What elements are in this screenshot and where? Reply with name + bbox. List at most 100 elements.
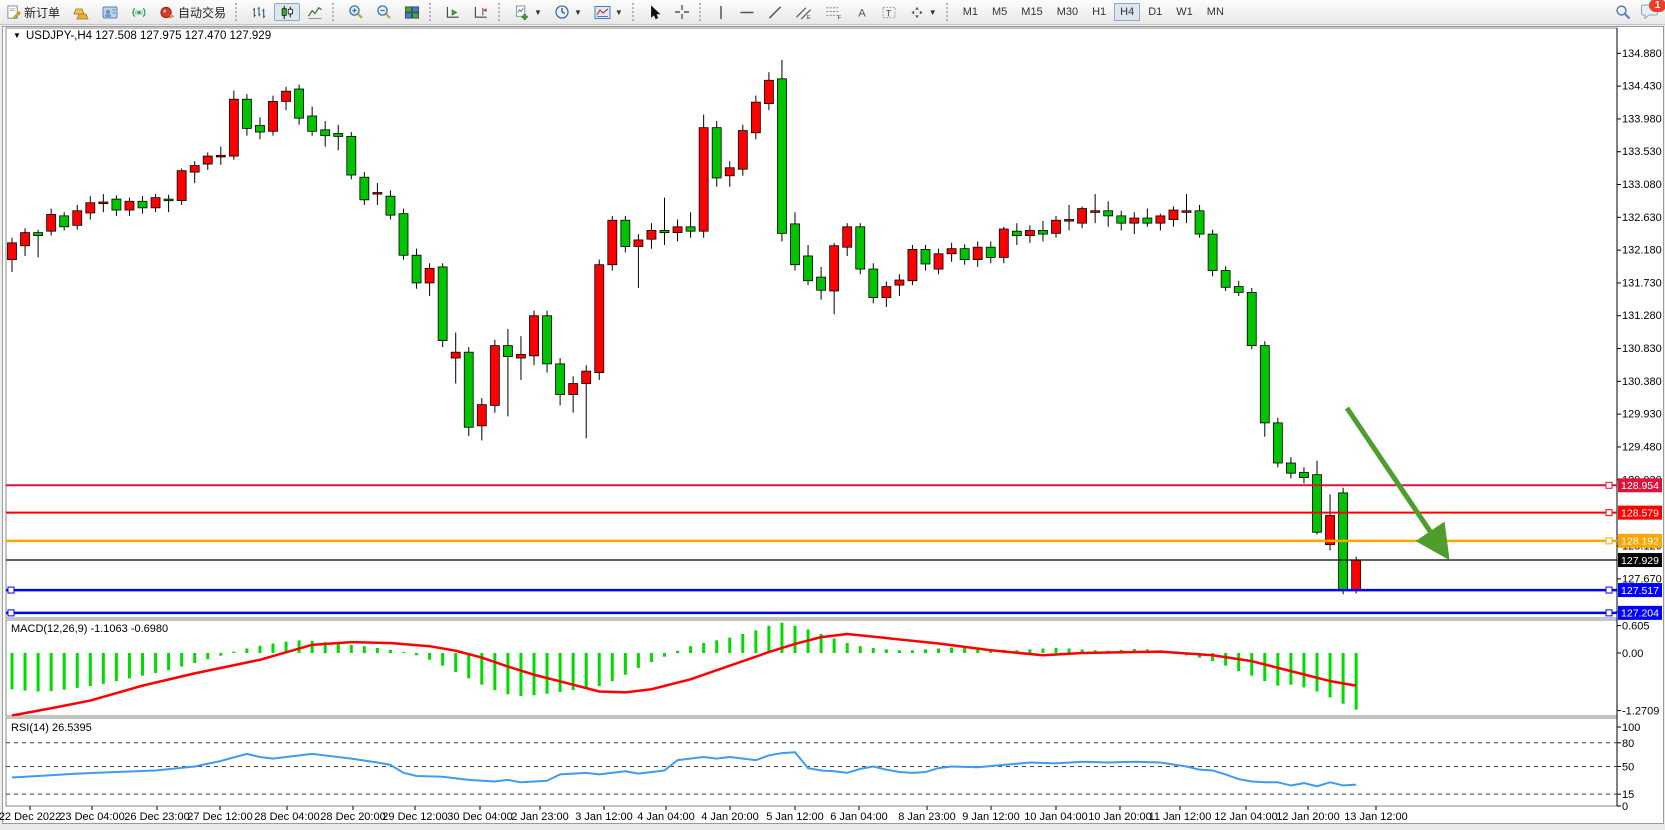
- toolbar-grip: [632, 3, 639, 21]
- zoom-in-button[interactable]: [343, 3, 369, 21]
- time-tick-label: 23 Dec 04:00: [59, 811, 124, 823]
- tab-timeframe-MN[interactable]: MN: [1201, 3, 1230, 21]
- chevron-down-icon[interactable]: ▼: [534, 8, 542, 17]
- tab-timeframe-M5[interactable]: M5: [986, 3, 1013, 21]
- bar-chart-button[interactable]: [246, 3, 272, 21]
- candle-up: [882, 287, 891, 298]
- candle-down: [464, 352, 473, 427]
- candle-up: [934, 254, 943, 269]
- zoom-in-icon: [348, 4, 364, 20]
- auto-trading-button[interactable]: 自动交易: [154, 3, 231, 21]
- vertical-line-button[interactable]: [710, 3, 732, 21]
- candle-up: [229, 99, 238, 156]
- candle-down: [1195, 211, 1204, 234]
- periods-icon: [554, 4, 570, 20]
- cursor-button[interactable]: [643, 3, 667, 21]
- candle-down: [1234, 287, 1243, 293]
- candle-down: [347, 136, 356, 175]
- usdjpy-h4-chart[interactable]: 134.880134.430133.980133.530133.080132.6…: [0, 25, 1665, 823]
- toolbar-grip: [332, 3, 339, 21]
- chevron-down-icon[interactable]: ▼: [615, 8, 623, 17]
- line-chart-button[interactable]: [302, 3, 328, 21]
- line-handle[interactable]: [1606, 610, 1612, 616]
- chat-button[interactable]: 1: [1641, 3, 1659, 22]
- toolbar-grip: [429, 3, 436, 21]
- candle-down: [399, 214, 408, 256]
- auto-trading-label: 自动交易: [178, 4, 226, 21]
- new-order-button[interactable]: 新订单: [1, 3, 65, 21]
- auto-scroll-button[interactable]: [440, 3, 466, 21]
- candle-down: [164, 199, 173, 201]
- candle-down: [1247, 292, 1256, 345]
- new-chart-button[interactable]: ▼: [509, 3, 547, 21]
- templates-icon: [594, 5, 611, 20]
- horizontal-line-button[interactable]: [734, 3, 760, 21]
- candle-down: [60, 216, 69, 227]
- candle-up: [947, 249, 956, 254]
- notification-badge: 1: [1649, 0, 1665, 12]
- time-tick-label: 6 Jan 04:00: [830, 811, 888, 823]
- candle-up: [673, 227, 682, 233]
- text-button[interactable]: A: [850, 3, 874, 21]
- candle-down: [112, 199, 121, 210]
- chart-shift-button[interactable]: [468, 3, 494, 21]
- tab-timeframe-D1[interactable]: D1: [1142, 3, 1168, 21]
- line-handle[interactable]: [1606, 482, 1612, 488]
- price-badge-label: 128.954: [1621, 480, 1659, 492]
- line-handle[interactable]: [1606, 587, 1612, 593]
- signal-button[interactable]: [126, 3, 152, 21]
- time-tick-label: 8 Jan 23:00: [898, 811, 956, 823]
- crosshair-button[interactable]: [669, 3, 695, 21]
- candlestick-chart-button[interactable]: [274, 3, 300, 21]
- periods-button[interactable]: ▼: [549, 3, 587, 21]
- candle-down: [334, 133, 343, 136]
- tab-timeframe-H1[interactable]: H1: [1086, 3, 1112, 21]
- candle-up: [725, 168, 734, 176]
- line-handle[interactable]: [1606, 538, 1612, 544]
- candle-down: [1299, 472, 1308, 477]
- price-tick-label: 130.380: [1622, 376, 1662, 388]
- rsi-scale-label: 50: [1622, 762, 1634, 774]
- candle-up: [569, 384, 578, 395]
- zoom-out-button[interactable]: [371, 3, 397, 21]
- tab-timeframe-H4[interactable]: H4: [1114, 3, 1140, 21]
- rsi-pane[interactable]: [6, 718, 1617, 806]
- crosshair-icon: [674, 4, 690, 20]
- candle-up: [47, 214, 56, 231]
- cursor-icon: [648, 5, 662, 20]
- chart-area: 134.880134.430133.980133.530133.080132.6…: [0, 25, 1665, 823]
- tab-timeframe-M30[interactable]: M30: [1051, 3, 1084, 21]
- tab-timeframe-W1[interactable]: W1: [1170, 3, 1199, 21]
- gold-button[interactable]: [67, 3, 95, 21]
- templates-button[interactable]: ▼: [589, 3, 628, 21]
- arrows-button[interactable]: ▼: [904, 3, 942, 21]
- macd-pane[interactable]: [6, 620, 1617, 716]
- candle-up: [216, 155, 225, 157]
- horizontal-line-icon: [739, 5, 755, 20]
- text-label-button[interactable]: T: [876, 3, 902, 21]
- line-handle[interactable]: [8, 610, 14, 616]
- candle-up: [1078, 209, 1087, 224]
- equidistant-channel-button[interactable]: E: [790, 3, 818, 21]
- tab-timeframe-M1[interactable]: M1: [957, 3, 984, 21]
- signal-icon: [131, 5, 147, 20]
- search-icon[interactable]: [1615, 4, 1631, 20]
- time-tick-label: 28 Dec 04:00: [254, 811, 319, 823]
- chevron-down-icon[interactable]: ▼: [929, 8, 937, 17]
- fibonacci-button[interactable]: F: [820, 3, 848, 21]
- line-handle[interactable]: [1606, 510, 1612, 516]
- candle-down: [360, 177, 369, 200]
- time-tick-label: 9 Jan 12:00: [962, 811, 1020, 823]
- line-handle[interactable]: [8, 587, 14, 593]
- line-chart-icon: [307, 5, 323, 20]
- toolbar-grip: [699, 3, 706, 21]
- toolbar-right: 1: [1615, 3, 1659, 22]
- accounts-button[interactable]: [97, 3, 124, 21]
- candle-down: [804, 256, 813, 281]
- tile-windows-button[interactable]: [399, 3, 425, 21]
- tab-timeframe-M15[interactable]: M15: [1015, 3, 1048, 21]
- price-tick-label: 132.180: [1622, 245, 1662, 257]
- chevron-down-icon[interactable]: ▼: [574, 8, 582, 17]
- svg-text:F: F: [838, 15, 842, 19]
- trendline-button[interactable]: [762, 3, 788, 21]
